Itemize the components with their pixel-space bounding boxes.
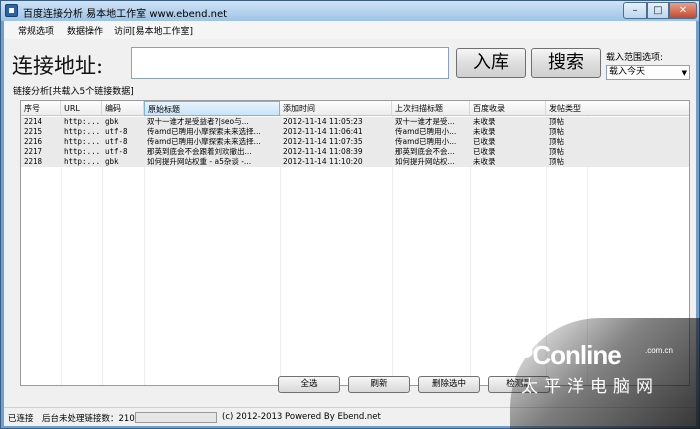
cell-encoding: gbk [105,117,119,126]
menu-bar: 常规选项 数据操作 访问[易本地工作室] [4,21,696,39]
cell-id: 2214 [24,117,43,126]
cell-post-type: 顶帖 [549,127,564,136]
pending-count: 后台未处理链接数：210 [42,414,135,424]
link-summary: 链接分析[共载入5个链接数据] [13,87,134,97]
cell-last-title: 如何提升网站权... [395,157,455,166]
cell-url: http:... [64,117,101,126]
range-selected-value: 载入今天 [609,67,646,77]
column-header[interactable]: 百度收录 [470,101,546,116]
cell-id: 2218 [24,157,43,166]
menu-data-operations[interactable]: 数据操作 [67,24,103,37]
cell-title: 那英到底会不会跟着刘欢撤出... [147,147,252,156]
cell-id: 2216 [24,137,43,146]
cell-post-type: 顶帖 [549,137,564,146]
cell-last-title: 那英到底会不会... [395,147,455,156]
address-label: 连接地址: [12,54,104,78]
window-title: 百度连接分析 易本地工作室 www.ebend.net [23,9,228,20]
cell-indexed: 未收录 [473,117,496,126]
cell-indexed: 已收录 [473,147,496,156]
cell-encoding: utf-8 [105,137,128,146]
cell-title: 传amd已聘用小摩探索未来选择... [147,127,261,136]
cell-id: 2217 [24,147,43,156]
chevron-down-icon: ▼ [681,69,687,77]
cell-indexed: 未收录 [473,157,496,166]
cell-added-time: 2012-11-14 11:08:39 [283,147,363,156]
cell-last-title: 双十一谁才是受... [395,117,455,126]
table-row[interactable]: 2215 http:... utf-8 传amd已聘用小摩探索未来选择... 2… [21,127,689,137]
address-input[interactable] [131,47,449,79]
cell-url: http:... [64,147,101,156]
search-button[interactable]: 搜索 [531,48,601,78]
delete-selected-button[interactable]: 删除选中 [418,376,480,393]
copyright-text: (c) 2012-2013 Powered By Ebend.net [222,412,381,422]
table-row[interactable]: 2216 http:... utf-8 传amd已聘用小摩探索未来选择... 2… [21,137,689,147]
watermark-domain: .com.cn [645,346,674,355]
refresh-button[interactable]: 刷新 [348,376,410,393]
table-row[interactable]: 2214 http:... gbk 双十一谁才是受益者?|seo与... 201… [21,117,689,127]
cell-added-time: 2012-11-14 11:07:35 [283,137,363,146]
menu-visit-studio[interactable]: 访问[易本地工作室] [114,24,193,37]
cell-last-title: 传amd已聘用小... [395,137,457,146]
range-label: 载入范围选项: [606,53,664,63]
connection-status: 已连接 [8,414,34,424]
maximize-button[interactable]: □ [647,2,669,19]
column-header[interactable]: 上次扫描标题 [392,101,470,116]
range-select[interactable]: 载入今天 ▼ [606,65,690,80]
cell-indexed: 未收录 [473,127,496,136]
table-row[interactable]: 2218 http:... gbk 如何提升网站权重 - a5杂谈 -... 2… [21,157,689,167]
cell-indexed: 已收录 [473,137,496,146]
watermark-chinese: 太平洋电脑网 [521,377,659,397]
progress-bar [135,412,217,423]
store-button[interactable]: 入库 [456,48,526,78]
watermark-brand: PConline [516,340,622,370]
cell-last-title: 传amd已聘用小... [395,127,457,136]
cell-encoding: utf-8 [105,127,128,136]
column-header[interactable]: 原始标题 [144,101,280,116]
cell-title: 如何提升网站权重 - a5杂谈 -... [147,157,252,166]
cell-url: http:... [64,137,101,146]
title-bar: 百度连接分析 易本地工作室 www.ebend.net – □ ✕ [1,1,699,21]
cell-url: http:... [64,127,101,136]
table-row[interactable]: 2217 http:... utf-8 那英到底会不会跟着刘欢撤出... 201… [21,147,689,157]
cell-post-type: 顶帖 [549,157,564,166]
cell-url: http:... [64,157,101,166]
minimize-button[interactable]: – [623,2,647,19]
column-header[interactable]: 序号 [21,101,61,116]
cell-added-time: 2012-11-14 11:05:23 [283,117,363,126]
menu-general-options[interactable]: 常规选项 [18,24,54,37]
column-header[interactable]: URL [61,101,102,116]
cell-encoding: utf-8 [105,147,128,156]
cell-post-type: 顶帖 [549,147,564,156]
close-button[interactable]: ✕ [669,2,697,19]
select-all-button[interactable]: 全选 [278,376,340,393]
column-header[interactable]: 添加时间 [280,101,392,116]
cell-title: 双十一谁才是受益者?|seo与... [147,117,249,126]
cell-post-type: 顶帖 [549,117,564,126]
app-icon [5,4,18,17]
cell-added-time: 2012-11-14 11:10:20 [283,157,363,166]
column-header[interactable]: 编码 [102,101,144,116]
cell-encoding: gbk [105,157,119,166]
cell-id: 2215 [24,127,43,136]
table-header: 序号 URL 编码 原始标题 添加时间 上次扫描标题 百度收录 发帖类型 [21,101,689,116]
column-header[interactable]: 发帖类型 [546,101,689,116]
cell-title: 传amd已聘用小摩探索未来选择... [147,137,261,146]
cell-added-time: 2012-11-14 11:06:41 [283,127,363,136]
